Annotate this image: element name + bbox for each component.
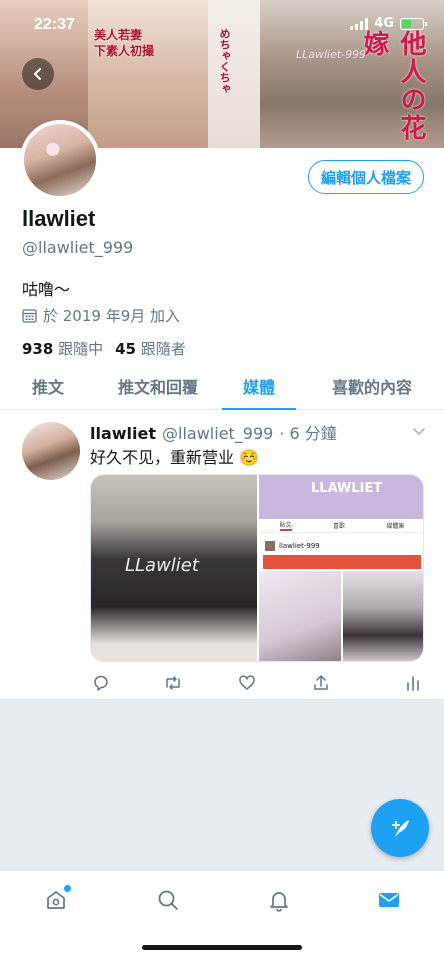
like-icon	[239, 675, 255, 690]
following-link[interactable]: 938 跟隨中	[22, 338, 103, 359]
tweet-actions	[90, 672, 424, 694]
back-button[interactable]	[22, 58, 54, 90]
profile-name: llawliet	[22, 206, 96, 231]
media-screenshot-username: llawliet-999	[279, 542, 320, 550]
home-indicator	[142, 945, 302, 950]
media-screenshot-alert	[263, 555, 421, 569]
banner-text: 他人の花嫁	[359, 30, 426, 142]
compose-tweet-icon	[392, 820, 409, 837]
tweet-author-name[interactable]: llawliet	[90, 424, 156, 443]
share-button[interactable]	[310, 672, 332, 694]
messages-icon	[379, 893, 399, 907]
search-icon	[158, 890, 178, 910]
profile-tabs: 推文 推文和回覆 媒體 喜歡的內容	[0, 362, 444, 411]
analytics-button[interactable]	[402, 672, 424, 694]
profile-handle: @llawliet_999	[22, 238, 134, 257]
join-date-text: 於 2019 年9月 加入	[43, 307, 181, 325]
followers-count: 45	[115, 340, 136, 358]
tab-tweets-replies[interactable]: 推文和回覆	[96, 362, 220, 410]
media-screenshot-tabs: 貼文 喜歡 媒體庫	[259, 519, 423, 533]
media-image[interactable]: LLawliet	[91, 475, 257, 661]
tab-likes[interactable]: 喜歡的內容	[300, 362, 444, 410]
battery-icon	[400, 17, 427, 30]
banner-text: 下素人初撮	[94, 44, 155, 58]
edit-profile-button[interactable]: 編輯個人檔案	[307, 160, 424, 194]
nav-search[interactable]	[153, 885, 183, 915]
media-image[interactable]	[259, 571, 341, 661]
media-image[interactable]: LLAWLIET 貼文 喜歡 媒體庫 llawliet-999	[259, 475, 423, 569]
tweet-menu-button[interactable]	[412, 422, 426, 441]
banner-watermark: LLawliet-999	[296, 48, 367, 61]
nav-home[interactable]	[41, 885, 71, 915]
media-screenshot-tab: 貼文	[279, 522, 292, 531]
following-label: 跟隨中	[58, 340, 104, 358]
compose-tweet-button[interactable]	[371, 799, 429, 857]
tweet-avatar[interactable]	[22, 422, 80, 480]
home-icon	[47, 891, 65, 909]
new-content-dot	[64, 885, 71, 892]
back-arrow-icon	[34, 68, 41, 80]
profile-bio: 咕噜～	[22, 280, 71, 299]
media-image[interactable]	[343, 571, 423, 661]
follow-counts: 938 跟隨中 45 跟隨者	[22, 338, 186, 359]
followers-label: 跟隨者	[140, 340, 186, 358]
profile-avatar[interactable]	[20, 120, 100, 200]
signal-icon	[350, 17, 369, 30]
media-screenshot-tab: 媒體庫	[386, 523, 405, 530]
join-date: 於 2019 年9月 加入	[22, 305, 180, 326]
retweet-icon	[166, 676, 180, 690]
media-screenshot-tab: 喜歡	[332, 523, 345, 530]
tweet-header: llawliet @llawliet_999 · 6 分鐘	[90, 420, 337, 444]
media-screenshot-user: llawliet-999	[265, 541, 320, 551]
status-time: 22:37	[34, 16, 75, 33]
retweet-button[interactable]	[162, 672, 184, 694]
tab-tweets[interactable]: 推文	[0, 362, 96, 410]
status-indicators: 4G	[350, 16, 427, 31]
reply-icon	[94, 675, 108, 691]
analytics-icon	[407, 676, 419, 691]
media-watermark: LLawliet	[125, 555, 199, 576]
calendar-icon	[22, 309, 37, 323]
media-screenshot-header: LLAWLIET	[259, 475, 423, 519]
following-count: 938	[22, 340, 54, 358]
network-label: 4G	[374, 16, 394, 31]
followers-link[interactable]: 45 跟隨者	[115, 338, 186, 359]
tweet-time: · 6 分鐘	[279, 424, 337, 443]
share-icon	[314, 675, 328, 690]
like-button[interactable]	[236, 672, 258, 694]
notifications-icon	[270, 892, 288, 912]
status-bar: 22:37 4G	[0, 0, 444, 44]
nav-notifications[interactable]	[264, 885, 294, 915]
nav-messages[interactable]	[374, 885, 404, 915]
tweet-media-grid: LLawliet LLAWLIET 貼文 喜歡 媒體庫 llawliet-999	[90, 474, 424, 662]
tweet[interactable]: llawliet @llawliet_999 · 6 分鐘 好久不见，重新营业 …	[0, 410, 444, 700]
chevron-down-icon	[413, 428, 425, 435]
tweet-text: 好久不见，重新营业 ☺️	[90, 448, 260, 467]
tweet-author-handle: @llawliet_999	[162, 424, 274, 443]
reply-button[interactable]	[90, 672, 112, 694]
tab-media[interactable]: 媒體	[222, 362, 296, 411]
media-screenshot-title: LLAWLIET	[311, 481, 383, 496]
